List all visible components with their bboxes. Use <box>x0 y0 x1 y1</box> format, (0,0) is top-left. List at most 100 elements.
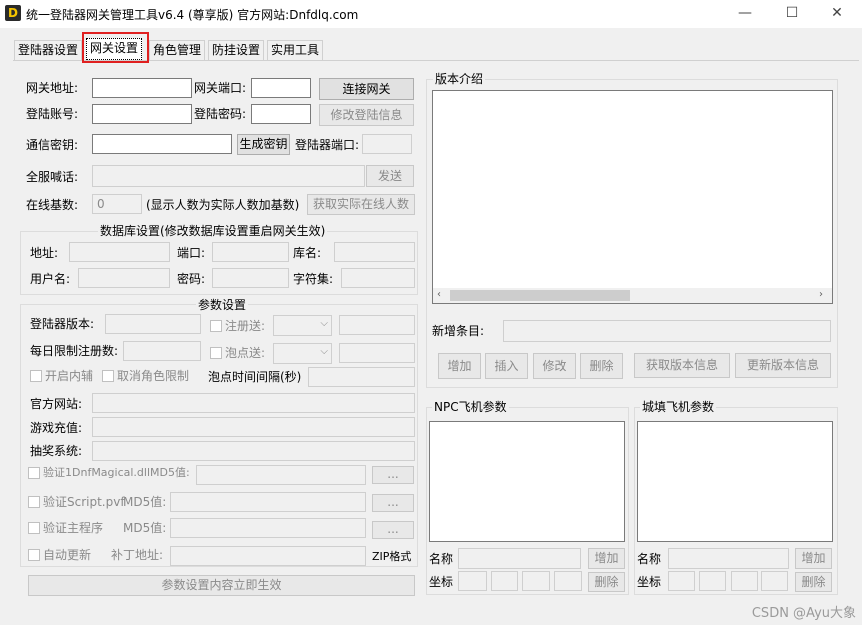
generate-key-button[interactable]: 生成密钥 <box>237 134 290 155</box>
town-coord-w-input[interactable] <box>761 571 788 591</box>
minimize-button[interactable]: — <box>730 2 760 24</box>
register-gift-select[interactable]: ⌵ <box>273 315 332 336</box>
lottery-label: 抽奖系统: <box>30 444 83 458</box>
version-insert-button[interactable]: 插入 <box>485 353 528 379</box>
md5-main-input[interactable] <box>170 518 366 538</box>
db-port-input[interactable] <box>212 242 289 262</box>
website-label: 官方网站: <box>30 397 83 411</box>
apply-params-button[interactable]: 参数设置内容立即生效 <box>28 575 415 596</box>
connect-gateway-button[interactable]: 连接网关 <box>319 78 414 100</box>
npc-flight-list[interactable] <box>429 421 625 542</box>
scroll-right-arrow-icon[interactable]: › <box>819 287 823 303</box>
enable-assist-label: 开启内辅 <box>45 369 94 383</box>
bubble-interval-label: 泡点时间间隔(秒) <box>208 370 302 384</box>
scroll-thumb[interactable] <box>450 290 630 301</box>
modify-login-button[interactable]: 修改登陆信息 <box>319 104 414 126</box>
db-user-input[interactable] <box>78 268 170 288</box>
gateway-port-input[interactable] <box>251 78 311 98</box>
cancel-role-limit-checkbox[interactable] <box>102 370 114 382</box>
gateway-address-input[interactable] <box>92 78 192 98</box>
db-charset-input[interactable] <box>341 268 415 288</box>
params-settings-title: 参数设置 <box>196 298 249 312</box>
tab-role-management[interactable]: 角色管理 <box>149 40 206 60</box>
town-coord-y-input[interactable] <box>699 571 726 591</box>
gateway-address-label: 网关地址: <box>26 81 79 95</box>
lottery-input[interactable] <box>92 441 415 461</box>
version-add-button[interactable]: 增加 <box>438 353 481 379</box>
login-password-label: 登陆密码: <box>194 107 247 121</box>
db-password-input[interactable] <box>212 268 289 288</box>
app-logo-icon: D <box>5 5 21 21</box>
md5-main-label: MD5值: <box>123 521 167 535</box>
town-add-button[interactable]: 增加 <box>795 548 832 569</box>
tab-launcher-settings[interactable]: 登陆器设置 <box>14 40 83 60</box>
tab-anti-cheat[interactable]: 防挂设置 <box>208 40 265 60</box>
register-gift-amount-input[interactable] <box>339 315 415 335</box>
browse-dll-button[interactable]: ... <box>372 466 414 484</box>
register-gift-label: 注册送: <box>225 319 266 333</box>
new-entry-input[interactable] <box>503 320 831 342</box>
broadcast-input[interactable] <box>92 165 365 187</box>
browse-main-button[interactable]: ... <box>372 521 414 539</box>
browse-pvf-button[interactable]: ... <box>372 494 414 512</box>
enable-assist-checkbox[interactable] <box>30 370 42 382</box>
md5-dll-input[interactable] <box>196 465 366 485</box>
town-coord-z-input[interactable] <box>731 571 758 591</box>
online-base-input[interactable]: 0 <box>92 194 142 214</box>
town-coord-x-input[interactable] <box>668 571 695 591</box>
gateway-port-label: 网关端口: <box>194 81 247 95</box>
npc-coord-z-input[interactable] <box>522 571 550 591</box>
get-version-info-button[interactable]: 获取版本信息 <box>634 353 730 378</box>
launcher-port-label: 登陆器端口: <box>295 138 360 152</box>
npc-delete-button[interactable]: 删除 <box>588 572 625 592</box>
version-list[interactable] <box>432 90 833 304</box>
maximize-button[interactable]: ☐ <box>777 2 807 24</box>
close-button[interactable]: ✕ <box>822 2 852 24</box>
verify-dll-checkbox[interactable] <box>28 467 40 479</box>
version-delete-button[interactable]: 删除 <box>580 353 623 379</box>
npc-name-input[interactable] <box>458 548 581 569</box>
town-name-input[interactable] <box>668 548 789 569</box>
npc-coord-w-input[interactable] <box>554 571 582 591</box>
launcher-version-input[interactable] <box>105 314 201 334</box>
register-gift-checkbox[interactable] <box>210 320 222 332</box>
login-account-input[interactable] <box>92 104 192 124</box>
version-modify-button[interactable]: 修改 <box>533 353 576 379</box>
auto-update-label: 自动更新 <box>43 548 92 562</box>
window-title: 统一登陆器网关管理工具v6.4 (尊享版) 官方网站:Dnfdlq.com <box>26 8 359 22</box>
bubble-gift-select[interactable]: ⌵ <box>273 343 332 364</box>
npc-coord-x-input[interactable] <box>458 571 487 591</box>
bubble-interval-input[interactable] <box>308 367 415 387</box>
town-delete-button[interactable]: 删除 <box>795 572 832 592</box>
comm-key-input[interactable] <box>92 134 232 154</box>
patch-address-input[interactable] <box>170 546 366 566</box>
db-address-label: 地址: <box>30 246 59 260</box>
verify-main-checkbox[interactable] <box>28 522 40 534</box>
patch-address-label: 补丁地址: <box>111 548 164 562</box>
npc-add-button[interactable]: 增加 <box>588 548 625 569</box>
verify-pvf-checkbox[interactable] <box>28 496 40 508</box>
md5-pvf-input[interactable] <box>170 492 366 512</box>
recharge-label: 游戏充值: <box>30 421 83 435</box>
tab-utilities[interactable]: 实用工具 <box>267 40 324 60</box>
db-name-label: 库名: <box>293 246 322 260</box>
send-broadcast-button[interactable]: 发送 <box>366 165 414 187</box>
auto-update-checkbox[interactable] <box>28 549 40 561</box>
get-online-count-button[interactable]: 获取实际在线人数 <box>307 194 415 215</box>
scroll-left-arrow-icon[interactable]: ‹ <box>437 287 441 303</box>
town-flight-list[interactable] <box>637 421 833 542</box>
db-address-input[interactable] <box>69 242 170 262</box>
bubble-gift-checkbox[interactable] <box>210 347 222 359</box>
db-charset-label: 字符集: <box>293 272 334 286</box>
recharge-input[interactable] <box>92 417 415 437</box>
launcher-port-input[interactable] <box>362 134 412 154</box>
npc-coord-y-input[interactable] <box>491 571 518 591</box>
bubble-gift-amount-input[interactable] <box>339 343 415 363</box>
update-version-info-button[interactable]: 更新版本信息 <box>735 353 831 378</box>
daily-limit-input[interactable] <box>123 341 201 361</box>
md5-pvf-label: MD5值: <box>123 495 167 509</box>
db-name-input[interactable] <box>334 242 415 262</box>
online-base-hint: (显示人数为实际人数加基数) <box>146 198 300 212</box>
website-input[interactable] <box>92 393 415 413</box>
login-password-input[interactable] <box>251 104 311 124</box>
